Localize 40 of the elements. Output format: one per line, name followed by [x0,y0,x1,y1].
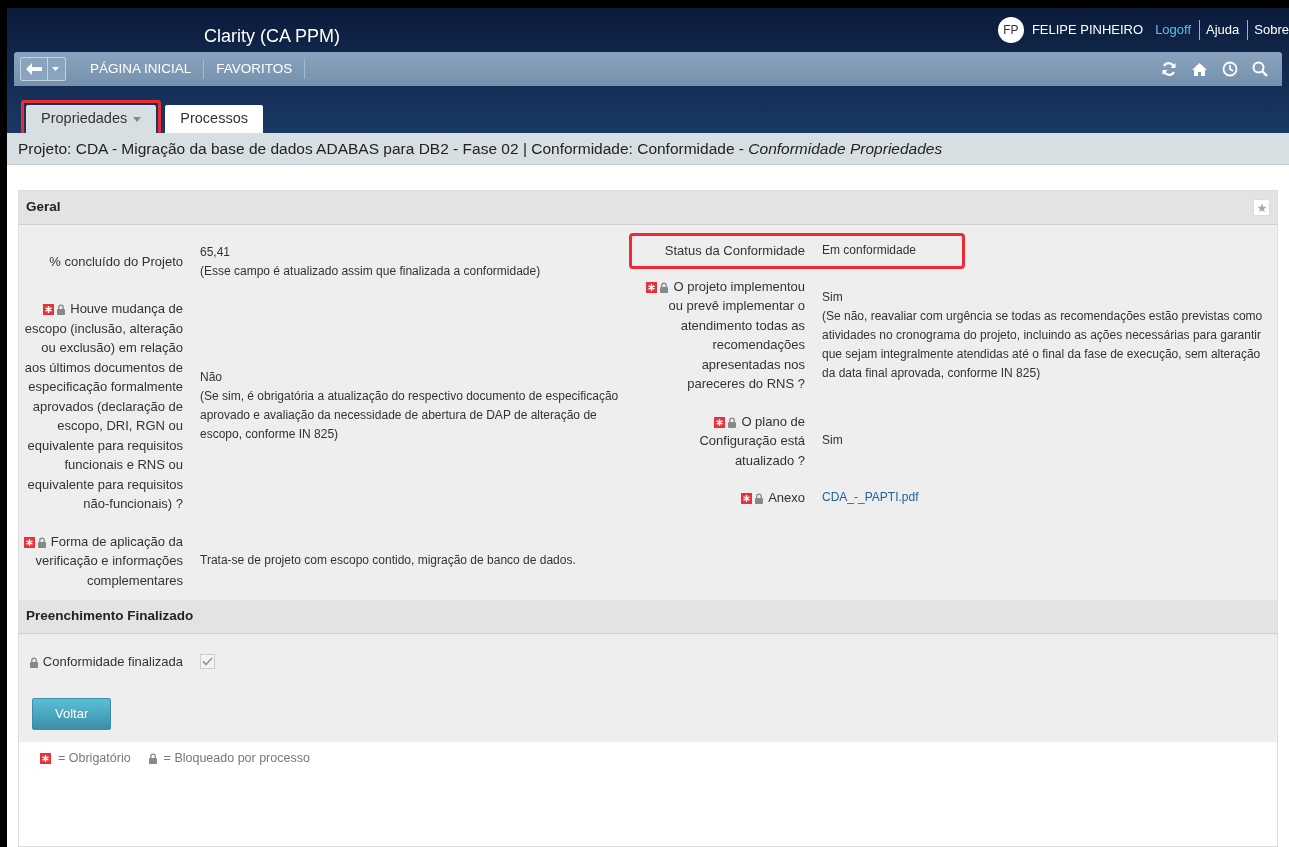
lock-icon [148,753,157,764]
app-title: Clarity (CA PPM) [204,25,340,48]
field-note: (Esse campo é atualizado assim que finalizada a conformidade) [200,263,541,280]
user-name: FELIPE PINHEIRO [1031,21,1144,40]
legend-text: = Obrigatório [58,750,131,768]
home-icon[interactable] [1191,61,1208,77]
search-icon[interactable] [1252,61,1268,77]
field-label: O plano de Configuração está atualizado ? [699,413,805,468]
field-value: 65,41 [200,244,232,261]
section-title: Preenchimento Finalizado [26,607,194,626]
tab[interactable]: Processos [165,105,263,133]
section-title: Geral [26,198,61,217]
logoff-link[interactable]: Logoff [1155,20,1192,40]
field-value: Não [200,369,223,387]
field-note: (Se sim, é obrigatória a atualização do respectivo documento de especificação aprovado e avaliação da necessidade de abertura de DAP de alteração de escopo, conforme IN 825) [200,388,620,444]
field-label: Conformidade finalizada [42,654,183,669]
back-button[interactable] [20,57,66,81]
required-icon [40,753,51,764]
clock-icon[interactable] [1222,61,1238,77]
header-link[interactable]: Ajuda [1199,20,1240,40]
field-value: Em conformidade [822,242,917,260]
breadcrumb: Projeto: CDA - Migração da base de dados ADABAS para DB2 - Fase 02 | Conformidade: Conformidade - Conformidade Propriedades [18,138,943,159]
field-label: Status da Conformidade [664,243,805,258]
field-value: Trata-se de projeto com escopo contido, migração de banco de dados. [200,552,576,570]
field-label: Houve mudança de escopo (inclusão, alteração ou exclusão) em relação aos últimos documentos de especificação formalmente aprovados (declaração de escopo, DRI, RGN ou equivalente para requisitos funcionais e RNS ou equivalente para requisitos não-funcionais) ? [24,301,183,511]
field-label: % concluído do Projeto [49,254,183,270]
back-arrow-icon [25,62,43,76]
attachment-link[interactable]: CDA_-_PAPTI.pdf [822,488,919,508]
field-note: (Se não, reavaliar com urgência se todas as recomendações estão previstas como atividades no cronograma do projeto, incluindo as ações necessárias para garantir que sejam integralmente atendidas até o final da fase de execução, sem alteração da data final aprovada, conforme IN 825) [822,307,1264,382]
field-value: Sim [822,432,843,450]
field-label: O projeto implementou ou prevê implementar o atendimento todas as recomendações apresentadas nos pareceres do RNS ? [668,278,805,391]
field-value: Sim [822,288,844,306]
legend-text: = Bloqueado por processo [163,750,310,768]
avatar-initials[interactable]: FP [997,17,1024,43]
tab[interactable]: Propriedades [26,105,157,133]
refresh-icon[interactable] [1161,61,1177,77]
field-label: Anexo [768,490,805,505]
caret-icon [52,67,59,71]
field-label: Forma de aplicação da verificação e informações complementares [35,533,183,588]
header-link[interactable]: Sobre [1247,20,1289,40]
